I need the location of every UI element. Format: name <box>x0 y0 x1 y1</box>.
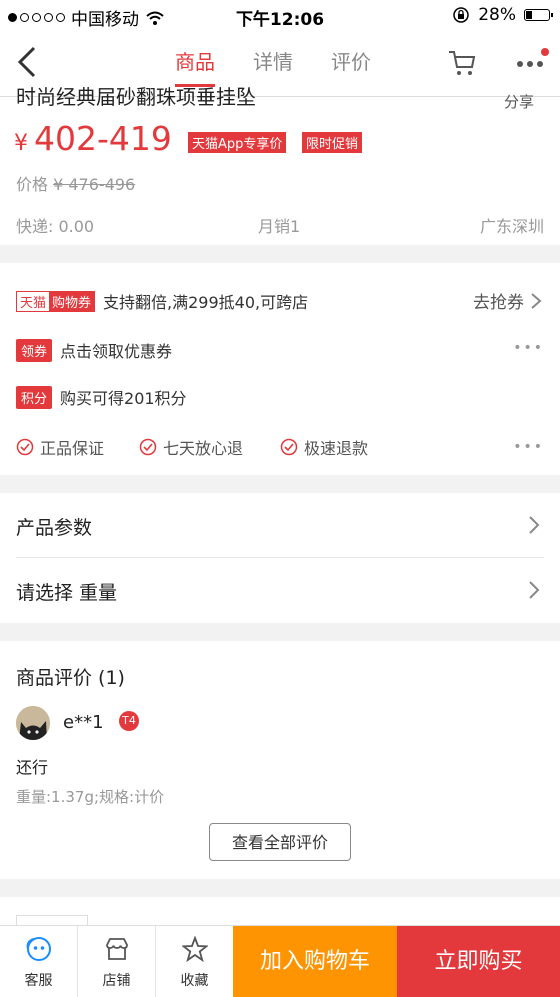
app-price-tag: 天猫App专享价 <box>188 132 287 153</box>
add-to-cart-button[interactable]: 加入购物车 <box>233 926 397 997</box>
chevron-right-icon <box>531 292 542 309</box>
shop-label: 店铺 <box>102 973 131 989</box>
check-circle-icon <box>280 438 298 456</box>
cart-icon[interactable] <box>447 48 477 78</box>
ling-tag: 领券 <box>16 338 53 362</box>
claim-coupon-text: 点击领取优惠券 <box>60 342 173 361</box>
tmall-label: 天猫 <box>20 295 47 311</box>
check-circle-icon <box>16 438 34 456</box>
bottom-action-bar: 客服 店铺 收藏 加入购物车 立即购买 <box>0 925 560 997</box>
guarantee-seven-day: 七天放心退 <box>139 435 243 459</box>
guarantee-authentic: 正品保证 <box>16 435 104 459</box>
chevron-right-icon <box>529 516 540 534</box>
back-icon[interactable] <box>14 44 44 80</box>
params-card: 产品参数 请选择 重量 <box>0 493 560 623</box>
points-row[interactable]: 积分 购买可得201积分 <box>16 385 187 409</box>
service-label: 客服 <box>24 973 53 989</box>
original-price-value: ¥ 476-496 <box>53 175 136 194</box>
user-level-badge: T4 <box>119 711 139 731</box>
star-icon <box>182 936 208 962</box>
product-params-row[interactable]: 产品参数 <box>0 493 560 557</box>
monthly-sales: 月销1 <box>258 217 301 236</box>
customer-service-icon <box>26 937 51 961</box>
shop-icon <box>106 938 128 960</box>
guarantee-label: 七天放心退 <box>163 439 244 458</box>
avatar <box>16 706 50 740</box>
points-tag: 积分 <box>16 385 53 409</box>
view-all-reviews-button[interactable]: 查看全部评价 <box>209 823 351 861</box>
grab-coupon-button[interactable]: 去抢券 <box>473 288 542 313</box>
guarantee-label: 正品保证 <box>40 439 105 458</box>
claim-coupon-row[interactable]: 领券 点击领取优惠券 <box>16 338 172 362</box>
buy-now-button[interactable]: 立即购买 <box>397 926 560 997</box>
review-card: 商品评价 (1) e**1 T4 还行 重量:1.37g;规格:计价 查看全部评… <box>0 641 560 879</box>
review-text: 还行 <box>16 758 49 777</box>
shipping-fee: 快递: 0.00 <box>16 217 95 236</box>
cat-avatar-icon <box>16 706 50 740</box>
service-button[interactable]: 客服 <box>0 926 78 997</box>
share-button[interactable]: 分享 <box>504 91 534 112</box>
more-dots-icon[interactable]: ••• <box>513 340 544 356</box>
notification-dot <box>541 48 549 56</box>
product-params-label: 产品参数 <box>16 517 93 539</box>
shop-button[interactable]: 店铺 <box>78 926 156 997</box>
battery-icon <box>524 9 553 21</box>
check-circle-icon <box>139 438 157 456</box>
guarantee-label: 极速退款 <box>304 439 369 458</box>
reviewer-name: e**1 <box>63 712 104 733</box>
status-bar: 中国移动 下午12:06 28% <box>0 0 560 30</box>
ship-location: 广东深圳 <box>479 217 544 236</box>
more-dots-icon[interactable]: ••• <box>513 439 544 455</box>
favorite-button[interactable]: 收藏 <box>156 926 234 997</box>
tmall-coupon-tag: 天猫 购物券 <box>16 290 96 312</box>
review-spec: 重量:1.37g;规格:计价 <box>16 788 165 806</box>
choose-weight-row[interactable]: 请选择 重量 <box>0 558 560 622</box>
battery-percent: 28% <box>478 5 516 25</box>
favorite-label: 收藏 <box>180 973 209 989</box>
next-section <box>0 897 560 936</box>
tab-reviews[interactable]: 评价 <box>331 46 371 87</box>
promo-tag: 限时促销 <box>302 132 363 153</box>
chevron-right-icon <box>529 581 540 599</box>
price-card: 时尚经典届砂翻珠项垂挂坠 分享 ¥402-419 天猫App专享价 限时促销 价… <box>0 85 560 245</box>
more-icon[interactable] <box>515 58 545 70</box>
tab-details[interactable]: 详情 <box>253 46 293 87</box>
original-price: 价格 ¥ 476-496 <box>16 171 135 195</box>
product-title: 时尚经典届砂翻珠项垂挂坠 <box>16 85 256 109</box>
price: ¥402-419 <box>14 119 172 158</box>
buy-now-label: 立即购买 <box>434 949 523 974</box>
coupon-label: 购物券 <box>49 291 95 311</box>
promotion-card: 天猫 购物券 支持翻倍,满299抵40,可跨店 去抢券 领券 点击领取优惠券 •… <box>0 263 560 475</box>
review-title: 商品评价 (1) <box>16 667 125 689</box>
rotation-lock-icon <box>453 7 469 23</box>
grab-coupon-label: 去抢券 <box>473 293 524 313</box>
guarantee-fast-refund: 极速退款 <box>280 435 368 459</box>
coupon-row[interactable]: 天猫 购物券 支持翻倍,满299抵40,可跨店 <box>16 289 308 313</box>
coupon-text: 支持翻倍,满299抵40,可跨店 <box>103 293 309 312</box>
choose-weight-label: 请选择 重量 <box>16 582 118 604</box>
price-value: 402-419 <box>34 119 172 158</box>
points-text: 购买可得201积分 <box>60 389 187 408</box>
currency-symbol: ¥ <box>14 131 28 156</box>
original-price-label: 价格 <box>16 175 49 194</box>
